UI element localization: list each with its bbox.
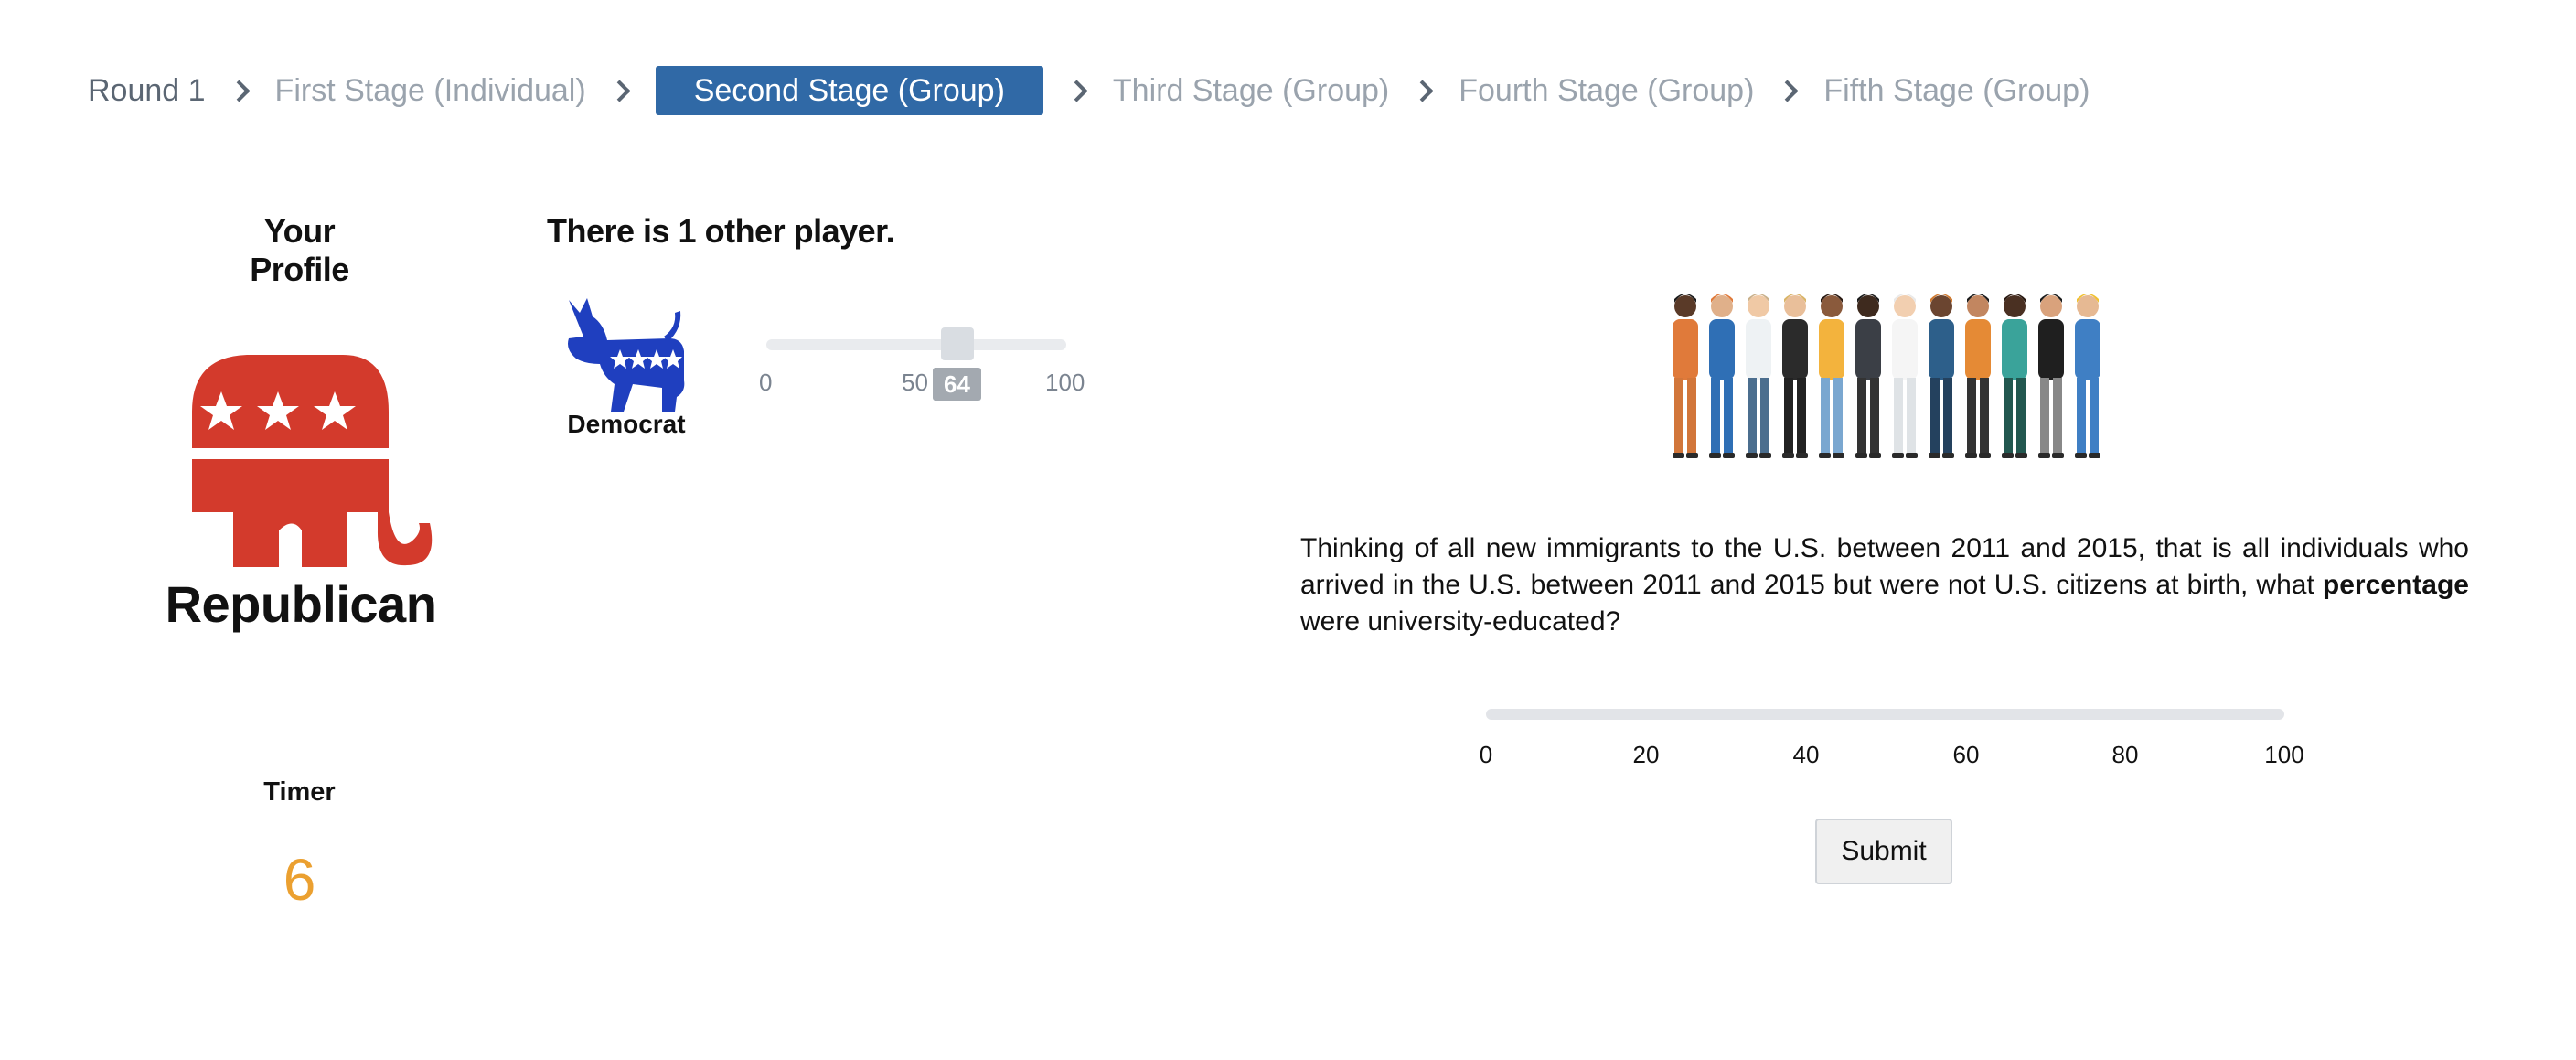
other-player-slider-thumb: [941, 327, 974, 360]
breadcrumb-second-stage[interactable]: Second Stage (Group): [655, 66, 1043, 115]
person-figure: [1965, 294, 1991, 458]
breadcrumb-third-stage[interactable]: Third Stage (Group): [1113, 73, 1389, 109]
person-figure: [1892, 294, 1918, 458]
person-figure: [1746, 294, 1771, 458]
profile-heading: Your Profile: [250, 212, 349, 288]
question-text-after: were university-educated?: [1300, 606, 1621, 637]
breadcrumb-round[interactable]: Round 1: [88, 73, 206, 109]
other-player-slider-value: 64: [933, 368, 981, 401]
person-figure: [1673, 294, 1698, 458]
submit-button[interactable]: Submit: [1815, 819, 1952, 884]
answer-slider-tick: 0: [1479, 741, 1493, 768]
breadcrumb-first-stage[interactable]: First Stage (Individual): [275, 73, 586, 109]
person-figure: [1819, 294, 1844, 458]
timer-label: Timer: [263, 777, 336, 807]
other-player-slider-min: 0: [759, 369, 773, 396]
answer-slider-tick: 100: [2264, 741, 2304, 768]
person-figure: [2038, 294, 2064, 458]
chevron-right-icon: [1406, 72, 1442, 109]
republican-elephant-icon: [192, 355, 433, 567]
breadcrumb: Round 1 First Stage (Individual) Second …: [88, 64, 2090, 117]
chevron-right-icon: [222, 72, 259, 109]
person-figure: [1929, 294, 1954, 458]
immigrants-group-illustration: [1673, 294, 2100, 458]
profile-party-label: Republican: [165, 575, 437, 633]
person-figure: [2075, 294, 2100, 458]
democrat-donkey-icon: [568, 298, 685, 412]
timer-value: 6: [283, 847, 316, 913]
question-text-emphasis: percentage: [2322, 570, 2469, 600]
person-figure: [1709, 294, 1735, 458]
other-player-slider-mid: 50: [902, 369, 928, 396]
question-text-before: Thinking of all new immigrants to the U.…: [1300, 533, 2469, 600]
person-figure: [2002, 294, 2027, 458]
other-player-slider-max: 100: [1045, 369, 1085, 396]
question-text: Thinking of all new immigrants to the U.…: [1300, 530, 2469, 640]
other-players-heading: There is 1 other player.: [547, 212, 895, 250]
chevron-right-icon: [1060, 72, 1096, 109]
answer-slider-tick: 40: [1792, 741, 1820, 768]
chevron-right-icon: [603, 72, 639, 109]
person-figure: [1782, 294, 1808, 458]
answer-slider-tick: 20: [1632, 741, 1660, 768]
other-player-party-label: Democrat: [567, 410, 686, 438]
person-figure: [1855, 294, 1881, 458]
answer-slider-tick: 60: [1952, 741, 1980, 768]
other-player-slider-track: [766, 339, 1066, 350]
breadcrumb-fourth-stage[interactable]: Fourth Stage (Group): [1459, 73, 1754, 109]
answer-slider[interactable]: [1486, 709, 2284, 720]
answer-slider-tick: 80: [2111, 741, 2139, 768]
breadcrumb-fifth-stage[interactable]: Fifth Stage (Group): [1823, 73, 2090, 109]
chevron-right-icon: [1770, 72, 1807, 109]
